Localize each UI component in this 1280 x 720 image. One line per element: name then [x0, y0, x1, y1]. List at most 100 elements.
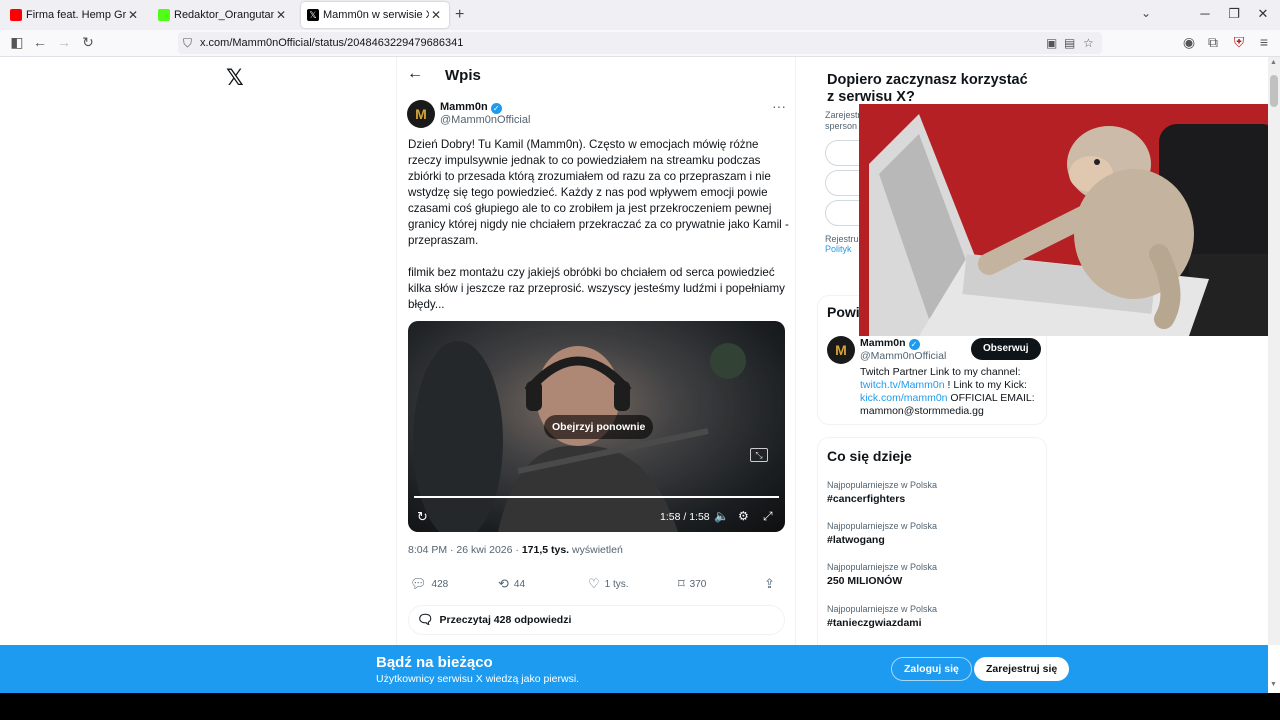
avatar-letter: M [415, 106, 427, 122]
views-label: wyświetleń [569, 544, 623, 556]
site-info-icon[interactable]: ⛉ [183, 36, 192, 51]
avatar[interactable]: M [407, 100, 435, 128]
post-actions: 💬︎ 428 ⟲ 44 ♡ 1 tys. ⌑ 370 ⇪ [408, 576, 784, 592]
bio-text: Twitch Partner Link to my channel: [860, 366, 1021, 378]
reply-icon: 💬︎ [410, 576, 427, 591]
twitch-link[interactable]: twitch.tv/Mamm0n [860, 379, 945, 391]
register-button[interactable]: Zarejestruj się [974, 657, 1070, 681]
tab-title: Mamm0n w serwisie X: „Dzień D [323, 9, 429, 21]
terms-text: Rejestru [825, 234, 859, 244]
author-handle[interactable]: @Mamm0nOfficial [440, 114, 530, 126]
sidebar-toggle-icon[interactable]: ◧ [7, 34, 27, 51]
trend-name: #cancerfighters [827, 493, 906, 505]
post-text: Dzień Dobry! Tu Kamil (Mamm0n). Często w… [408, 137, 793, 329]
comment-icon: 🗨︎ [417, 612, 434, 627]
settings-gear-icon[interactable]: ⚙ [738, 509, 749, 523]
minimize-icon[interactable]: ─ [1195, 6, 1215, 21]
chevron-down-icon[interactable]: ⌄ [1141, 6, 1151, 20]
trend-item[interactable]: Najpopularniejsze w Polska #latwogang [827, 521, 937, 546]
x-logo-icon[interactable]: 𝕏 [226, 65, 244, 91]
tab-bar: Firma feat. Hemp Gru - Przeciw ✕ Redakto… [0, 0, 1280, 30]
login-button[interactable]: Zaloguj się [891, 657, 972, 681]
close-icon[interactable]: ✕ [126, 8, 140, 22]
reply-button[interactable]: 💬︎ 428 [410, 576, 448, 592]
post-paragraph: filmik bez montażu czy jakiejś obróbki b… [408, 266, 785, 311]
signup-note-line-2: sperson [825, 121, 858, 131]
reload-icon[interactable]: ↻ [78, 34, 98, 51]
url-text[interactable]: x.com/Mamm0nOfficial/status/204846322947… [200, 37, 463, 49]
scrollbar[interactable]: ▲ ▼ [1268, 57, 1280, 688]
close-window-icon[interactable]: ✕ [1253, 6, 1273, 22]
picture-in-picture-icon[interactable]: ⤡ [750, 448, 768, 462]
heart-icon: ♡ [588, 576, 600, 591]
new-tab-icon[interactable]: + [455, 6, 464, 24]
tab-youtube[interactable]: Firma feat. Hemp Gru - Przeciw ✕ [4, 2, 146, 28]
page-title: Wpis [445, 67, 481, 84]
fullscreen-icon[interactable]: ⤢ [763, 509, 773, 524]
forward-icon[interactable]: → [54, 34, 74, 50]
video-player[interactable]: Obejrzyj ponownie ⤡ ↻ 1:58 / 1:58 🔈 ⚙ ⤢ [408, 321, 785, 532]
scroll-thumb[interactable] [1270, 75, 1278, 107]
video-progress-bar[interactable] [414, 496, 779, 498]
avatar[interactable]: M [827, 336, 855, 364]
replay-button[interactable]: Obejrzyj ponownie [544, 415, 654, 439]
kick-link[interactable]: kick.com/mamm0n [860, 392, 948, 404]
read-replies-label: Przeczytaj 428 odpowiedzi [439, 614, 572, 626]
trends-title: Co się dzieje [827, 448, 912, 464]
trend-item[interactable]: Najpopularniejsze w Polska 250 MILIONÓW [827, 562, 937, 587]
picture-in-picture-icon[interactable]: ▣ [1046, 36, 1057, 50]
menu-icon[interactable]: ≡ [1254, 34, 1274, 50]
post-timestamp[interactable]: 8:04 PM · 26 kwi 2026 · [408, 544, 522, 556]
banner-subtitle: Użytkownicy serwisu X wiedzą jako pierws… [376, 673, 580, 685]
bookmark-icon: ⌑ [678, 576, 685, 591]
close-icon[interactable]: ✕ [429, 8, 443, 22]
similar-account-handle[interactable]: @Mamm0nOfficial [860, 350, 946, 362]
main-column: ← Wpis M Mamm0n ✓ @Mamm0nOfficial ··· Dzi… [396, 57, 796, 720]
close-icon[interactable]: ✕ [274, 8, 288, 22]
trend-item[interactable]: Najpopularniejsze w Polska #tanieczgwiazd… [827, 604, 937, 629]
read-replies-button[interactable]: 🗨︎ Przeczytaj 428 odpowiedzi [408, 605, 785, 635]
bookmark-star-icon[interactable]: ☆ [1083, 36, 1094, 50]
replay-icon[interactable]: ↻ [417, 509, 428, 525]
author-name[interactable]: Mamm0n ✓ [440, 101, 502, 114]
tab-x-post[interactable]: 𝕏 Mamm0n w serwisie X: „Dzień D ✕ [301, 2, 449, 28]
more-options-icon[interactable]: ··· [772, 98, 786, 114]
share-button[interactable]: ⇪ [764, 576, 780, 592]
pip-video-window[interactable] [859, 104, 1280, 336]
similar-account-name[interactable]: Mamm0n ✓ [860, 337, 920, 350]
reader-view-icon[interactable]: ▤ [1064, 36, 1075, 50]
like-button[interactable]: ♡ 1 tys. [588, 576, 629, 592]
trend-name: #tanieczgwiazdami [827, 617, 922, 629]
trend-name: #latwogang [827, 534, 885, 546]
scroll-up-icon[interactable]: ▲ [1270, 59, 1277, 66]
avatar-letter: M [835, 342, 847, 358]
account-icon[interactable]: ◉ [1179, 34, 1199, 51]
kick-icon [158, 9, 170, 21]
page: 𝕏 ← Wpis M Mamm0n ✓ @Mamm0nOfficial ··· D… [0, 57, 1280, 720]
extensions-icon[interactable]: ⧉ [1203, 34, 1223, 51]
back-icon[interactable]: ← [30, 34, 50, 50]
bookmark-count: 370 [689, 578, 707, 590]
bookmark-button[interactable]: ⌑ 370 [678, 576, 706, 592]
similar-name-text: Mamm0n [860, 337, 906, 349]
repost-count: 44 [513, 578, 526, 590]
back-arrow-icon[interactable]: ← [407, 65, 423, 83]
trend-context: Najpopularniejsze w Polska [827, 604, 938, 614]
scroll-down-icon[interactable]: ▼ [1270, 681, 1277, 688]
taskbar [0, 693, 1280, 720]
repost-button[interactable]: ⟲ 44 [498, 576, 525, 592]
banner-title: Bądź na bieżąco [376, 654, 493, 671]
signup-note-line-1: Zarejestr [825, 110, 861, 120]
account-bio: Twitch Partner Link to my channel: twitc… [860, 366, 1040, 418]
ublock-icon[interactable]: ⛨ [1229, 34, 1249, 51]
address-bar[interactable]: ⛉ x.com/Mamm0nOfficial/status/2048463229… [178, 32, 1102, 54]
views-count: 171,5 tys. [521, 544, 570, 556]
trend-context: Najpopularniejsze w Polska [827, 562, 938, 572]
privacy-link[interactable]: Polityk [825, 244, 852, 254]
trend-item[interactable]: Najpopularniejsze w Polska #cancerfighter… [827, 480, 937, 505]
follow-button[interactable]: Obserwuj [971, 338, 1041, 360]
trend-name: 250 MILIONÓW [827, 575, 903, 587]
restore-icon[interactable]: ❐ [1224, 6, 1244, 22]
tab-kick[interactable]: Redaktor_Orangutan Stream - V ✕ [152, 2, 294, 28]
volume-icon[interactable]: 🔈 [714, 509, 729, 523]
